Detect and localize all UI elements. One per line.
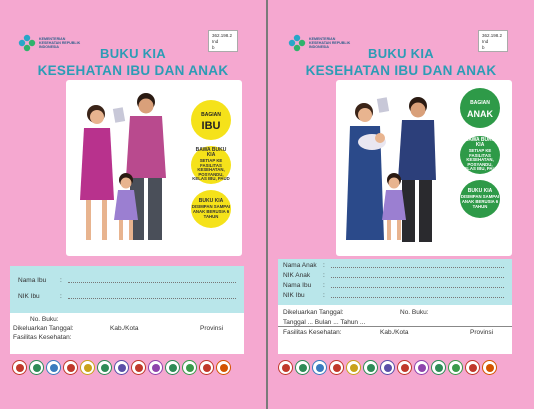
no-buku-label: No. Buku: — [30, 316, 59, 323]
gold-seal-icon — [346, 360, 361, 375]
tut-wuri-seal-icon — [46, 360, 61, 375]
dikeluarkan-label: Dikeluarkan Tanggal: — [13, 325, 74, 332]
star-seal-icon — [63, 360, 78, 375]
badge-simpan-buku: BUKU KIA DISIMPAN SAMPAI ANAK BERUSIA 6 T… — [191, 190, 231, 228]
book-subtitle: KESEHATAN IBU DAN ANAK — [305, 63, 497, 78]
emblem-seal-icon — [414, 360, 429, 375]
garuda-seal-icon — [29, 360, 44, 375]
badge-bawa-buku: BAWA BUKU KIA SETIAP KE FASILITAS KESEHAT… — [191, 146, 231, 184]
provinsi-label: Provinsi — [200, 325, 224, 332]
fasilitas-label: Fasilitas Kesehatan: — [283, 329, 342, 336]
badge-bagian-anak: BAGIAN ANAK — [460, 88, 500, 128]
kab-kota-label: Kab./Kota — [380, 329, 409, 336]
green-seal-icon — [363, 360, 378, 375]
badge-bawa-buku: BAWA BUKU KIA SETIAP KE FASILITAS KESEHAT… — [460, 136, 500, 174]
kia-cover-ibu: KEMENTERIAN KESEHATAN REPUBLIK INDONESIA… — [0, 0, 266, 409]
identity-form: Nama Anak: NIK Anak: Nama Ibu: NIK Ibu: … — [278, 259, 512, 354]
tanggal-bulan-tahun-field[interactable]: Tanggal ... Bulan ... Tahun ... — [283, 319, 365, 326]
cross-seal-icon — [431, 360, 446, 375]
gold-seal-icon — [80, 360, 95, 375]
book-title: BUKU KIA — [100, 46, 166, 61]
divider — [278, 326, 512, 327]
cross-seal-icon — [165, 360, 180, 375]
fasilitas-label: Fasilitas Kesehatan: — [13, 334, 72, 341]
provinsi-label: Provinsi — [470, 329, 494, 336]
tut-wuri-seal-icon — [312, 360, 327, 375]
kab-kota-label: Kab./Kota — [110, 325, 139, 332]
kia-cover-anak: KEMENTERIAN KESEHATAN REPUBLIK INDONESIA… — [268, 0, 534, 409]
family-illustration-panel: BAGIAN IBU BAWA BUKU KIA SETIAP KE FASILIT… — [66, 80, 242, 256]
dikeluarkan-label: Dikeluarkan Tanggal: — [283, 309, 344, 316]
garuda-seal-icon — [295, 360, 310, 375]
nama-ibu-field[interactable]: Nama Ibu: — [18, 277, 236, 284]
book-subtitle: KESEHATAN IBU DAN ANAK — [37, 63, 229, 78]
nama-anak-field[interactable]: Nama Anak: — [283, 262, 504, 269]
blue-seal-icon — [380, 360, 395, 375]
book-title: BUKU KIA — [368, 46, 434, 61]
badge-simpan-buku: BUKU KIA DISIMPAN SAMPAI ANAK BERUSIA 6 T… — [460, 180, 500, 218]
partner-logo-strip — [12, 360, 231, 375]
star-seal-icon — [329, 360, 344, 375]
idai-seal-icon — [448, 360, 463, 375]
badge-bagian-ibu: BAGIAN IBU — [191, 100, 231, 140]
nik-anak-field[interactable]: NIK Anak: — [283, 272, 504, 279]
partner-logo-strip — [278, 360, 497, 375]
family-illustration-panel: BAGIAN ANAK BAWA BUKU KIA SETIAP KE FASILI… — [336, 80, 512, 256]
pink-seal-icon — [199, 360, 214, 375]
blue-seal-icon — [114, 360, 129, 375]
torch-seal-icon — [397, 360, 412, 375]
nama-ibu-field[interactable]: Nama Ibu: — [283, 282, 504, 289]
nik-ibu-field[interactable]: NIK Ibu: — [283, 292, 504, 299]
pink-seal-icon — [465, 360, 480, 375]
nik-ibu-field[interactable]: NIK Ibu: — [18, 293, 236, 300]
no-buku-label: No. Buku: — [400, 309, 429, 316]
torch-seal-icon — [131, 360, 146, 375]
ibi-seal-icon — [482, 360, 497, 375]
ibi-seal-icon — [216, 360, 231, 375]
pkk-seal-icon — [278, 360, 293, 375]
green-seal-icon — [97, 360, 112, 375]
identity-fields: Nama Ibu: NIK Ibu: — [10, 266, 244, 313]
pkk-seal-icon — [12, 360, 27, 375]
idai-seal-icon — [182, 360, 197, 375]
identity-fields: Nama Anak: NIK Anak: Nama Ibu: NIK Ibu: — [278, 259, 512, 305]
identity-form: Nama Ibu: NIK Ibu: No. Buku: Dikeluarkan… — [10, 266, 244, 354]
emblem-seal-icon — [148, 360, 163, 375]
